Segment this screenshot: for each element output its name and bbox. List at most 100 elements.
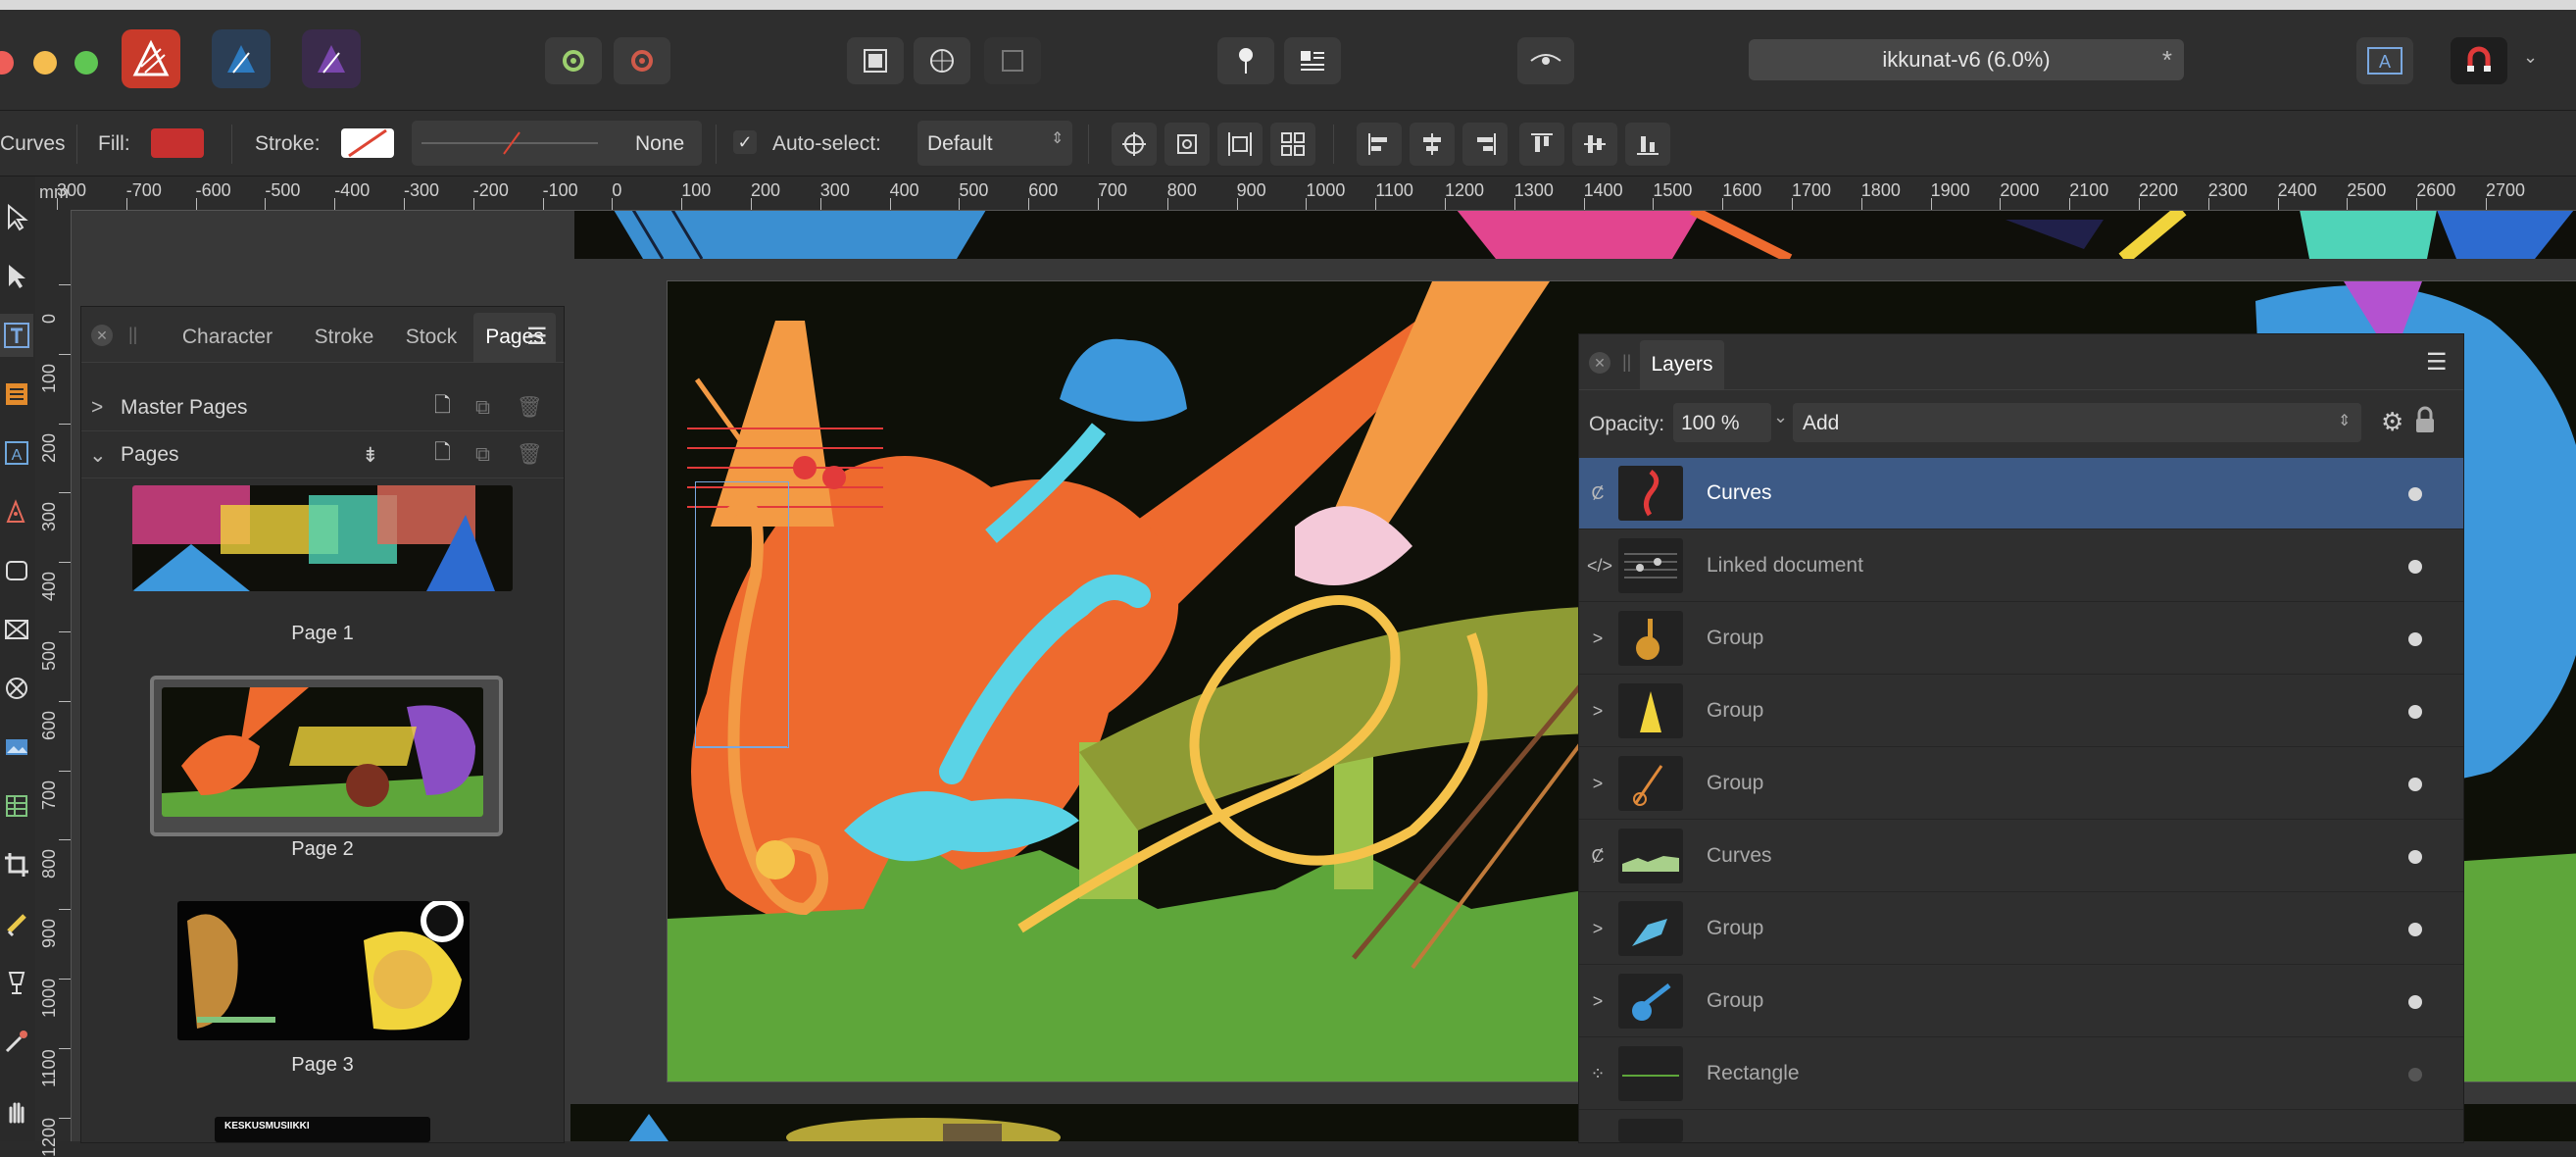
tab-stroke[interactable]: Stroke [299,313,389,362]
text-style-icon[interactable]: A [2356,37,2413,84]
autoselect-checkbox[interactable]: ✓ [733,130,757,154]
show-bounding-box-icon[interactable] [1164,123,1210,166]
expand-chevron-icon[interactable]: > [1587,774,1609,794]
tab-stock[interactable]: Stock [389,313,473,362]
designer-persona-icon[interactable] [122,29,180,88]
publisher-persona-icon[interactable] [302,29,361,88]
layer-visibility-toggle[interactable] [2408,1068,2422,1082]
rectangle-tool-icon[interactable] [0,549,33,592]
picture-frame-tool-icon[interactable] [0,608,33,651]
blend-mode-dropdown[interactable]: Add ⇕ [1793,403,2361,442]
move-tool-icon[interactable] [0,196,33,239]
layer-row-partial[interactable] [1579,1111,2463,1142]
photo-persona-icon[interactable] [212,29,271,88]
zoom-window-button[interactable] [74,51,98,75]
duplicate-page-icon[interactable]: ⧉ [475,443,490,467]
align-center-icon[interactable] [1410,123,1455,166]
preferences-gear-icon[interactable] [545,37,602,84]
fill-tool-icon[interactable] [0,902,33,945]
fill-swatch[interactable] [151,128,204,158]
layer-row[interactable]: Ȼ Curves [1579,821,2463,892]
align-top-icon[interactable] [1519,123,1564,166]
opacity-field[interactable]: 100 % [1673,403,1771,442]
expand-chevron-icon[interactable]: > [91,396,103,420]
layers-grip-icon[interactable]: || [1622,352,1631,373]
layer-visibility-toggle[interactable] [2408,487,2422,501]
expand-chevron-icon[interactable]: > [1587,701,1609,722]
align-right-icon[interactable] [1462,123,1508,166]
table-tool-icon[interactable] [0,784,33,828]
stroke-swatch[interactable] [341,128,394,158]
view-mode-icon[interactable] [847,37,904,84]
view-tool-icon[interactable] [0,1088,33,1132]
close-panel-icon[interactable]: ✕ [91,325,113,346]
tab-character[interactable]: Character [156,313,299,362]
text-path-tool-icon[interactable]: A [0,431,33,475]
snapping-magnet-icon[interactable] [2451,37,2507,84]
delete-page-icon[interactable]: 🗑 [517,443,543,467]
panel-grip-icon[interactable]: || [128,325,137,345]
artistic-text-tool-icon[interactable] [0,314,33,357]
close-layers-panel-icon[interactable]: ✕ [1589,352,1610,374]
layer-row[interactable]: ⁘ Rectangle [1579,1038,2463,1110]
layer-row[interactable]: > Group [1579,893,2463,965]
add-page-icon[interactable]: 🗋 [434,438,451,473]
layer-row[interactable]: Ȼ Curves [1579,458,2463,529]
tab-layers[interactable]: Layers [1640,340,1724,389]
add-master-page-icon[interactable]: 🗋 [434,391,451,426]
expand-chevron-icon[interactable]: > [1587,919,1609,939]
opacity-chevron-icon[interactable]: ⌄ [1773,407,1788,428]
transparency-tool-icon[interactable] [0,961,33,1004]
layers-menu-icon[interactable]: ☰ [2426,348,2448,377]
pen-tool-icon[interactable] [0,490,33,533]
layer-visibility-toggle[interactable] [2408,560,2422,574]
page-thumbnail-1[interactable] [132,485,513,591]
layer-visibility-toggle[interactable] [2408,923,2422,936]
frame-text-tool-icon[interactable] [0,373,33,416]
grid-snap-icon[interactable] [1270,123,1315,166]
pin-icon[interactable] [1217,37,1274,84]
layer-row[interactable]: </> Linked document [1579,530,2463,602]
lock-icon[interactable] [2414,405,2436,434]
page-thumbnail-4[interactable]: KESKUSMUSIIKKI [215,1117,430,1142]
layer-visibility-toggle[interactable] [2408,778,2422,791]
duplicate-master-page-icon[interactable]: ⧉ [475,396,490,420]
ellipse-frame-tool-icon[interactable] [0,667,33,710]
clip-canvas-icon[interactable] [914,37,970,84]
align-bottom-icon[interactable] [1625,123,1670,166]
layer-row[interactable]: > Group [1579,966,2463,1037]
place-image-tool-icon[interactable] [0,726,33,769]
close-window-button[interactable] [0,51,14,75]
transform-origin-icon[interactable] [1112,123,1157,166]
layer-visibility-toggle[interactable] [2408,850,2422,864]
horizontal-ruler[interactable]: 300 -700 -600 -500 -400 -300 -200 -100 0 100 200 30… [35,176,2576,211]
layer-effects-gear-icon[interactable]: ⚙ [2381,407,2403,437]
snapping-options-chevron-icon[interactable]: ⌄ [2523,47,2538,68]
layer-row[interactable]: > Group [1579,748,2463,820]
node-tool-icon[interactable] [0,255,33,298]
master-pages-row[interactable]: > Master Pages 🗋 ⧉ 🗑 [81,385,564,431]
pages-row[interactable]: ⌄ Pages ⇟ 🗋 ⧉ 🗑 [81,432,564,478]
minimize-window-button[interactable] [33,51,57,75]
crop-tool-icon[interactable] [0,843,33,886]
expand-chevron-icon[interactable]: > [1587,629,1609,649]
page-thumbnail-2[interactable] [162,687,483,817]
text-wrap-icon[interactable] [1284,37,1341,84]
color-picker-tool-icon[interactable] [0,1020,33,1063]
align-left-icon[interactable] [1357,123,1402,166]
layer-visibility-toggle[interactable] [2408,995,2422,1009]
delete-master-page-icon[interactable]: 🗑 [517,396,543,420]
panel-menu-icon[interactable]: ☰ [526,323,548,351]
preview-eye-icon[interactable] [1517,37,1574,84]
autoselect-dropdown[interactable]: Default ⇕ [917,121,1072,166]
stroke-width-field[interactable]: None [412,121,702,166]
collapse-chevron-icon[interactable]: ⌄ [89,443,107,468]
layer-visibility-toggle[interactable] [2408,632,2422,646]
layer-row[interactable]: > Group [1579,676,2463,747]
settings-gear-icon[interactable] [614,37,670,84]
bleed-icon[interactable] [984,37,1041,84]
expand-chevron-icon[interactable]: > [1587,991,1609,1012]
distribute-icon[interactable] [1217,123,1263,166]
page-thumbnail-3[interactable] [177,901,470,1040]
layer-visibility-toggle[interactable] [2408,705,2422,719]
